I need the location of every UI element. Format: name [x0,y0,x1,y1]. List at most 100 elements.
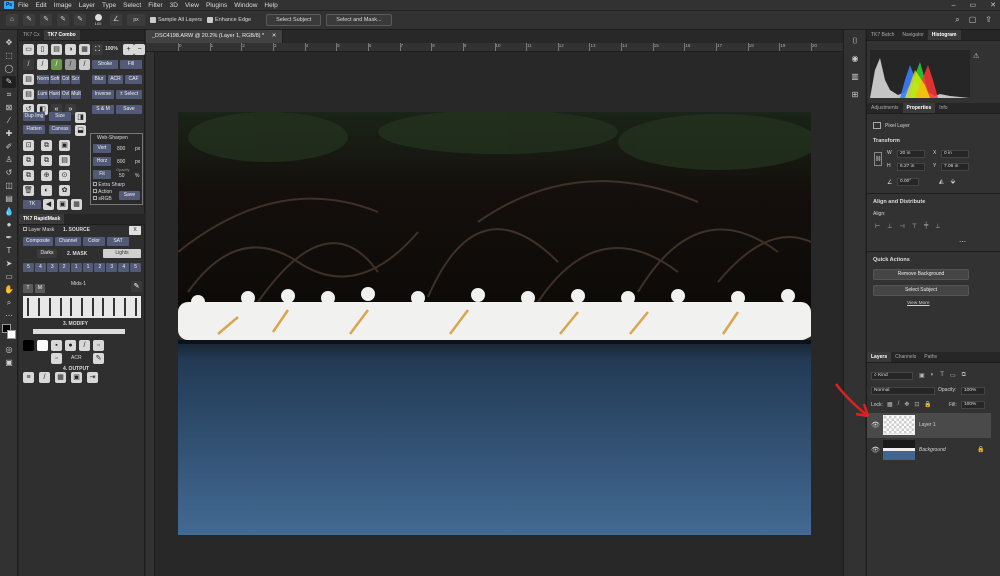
menu-view[interactable]: View [185,2,199,9]
tab-histogram[interactable]: Histogram [927,30,961,40]
slider-6[interactable] [80,298,83,316]
black-swatch[interactable] [23,340,34,351]
frame-tool-icon[interactable]: ⊠ [2,102,16,114]
marquee-tool-icon[interactable]: ⬚ [2,50,16,62]
mask-dark-1[interactable]: 1 [70,263,82,272]
minus-icon[interactable]: − [134,44,145,55]
slider-7[interactable] [91,298,94,316]
opacity-input[interactable]: 100% [961,387,985,395]
output-export-icon[interactable]: ⇥ [87,372,98,383]
dodge-tool-icon[interactable]: ● [2,219,16,231]
drop-icon[interactable]: ✎ [93,353,104,364]
align-middle-icon[interactable]: ╪ [924,223,928,230]
align-bottom-icon[interactable]: ⊥ [935,223,940,230]
brush-tool-icon[interactable]: ✐ [2,141,16,153]
tab-adjustments[interactable]: Adjustments [867,103,903,113]
flip-v-icon[interactable]: ⬓ [75,125,86,136]
workspace-icon[interactable]: ▢ [969,15,977,25]
mask-m-button[interactable]: M [35,284,45,293]
lights-button[interactable]: Lights [103,249,141,258]
filter-type-icon[interactable]: T [940,372,944,379]
fill-input[interactable]: 100% [961,401,985,409]
horz-button[interactable]: Horz [93,157,111,166]
tab-navigator[interactable]: Navigator [898,30,927,40]
blur-button[interactable]: Blur [92,75,106,84]
menu-3d[interactable]: 3D [170,2,178,9]
acr-mod-label[interactable]: ACR [71,355,82,361]
expand-icon[interactable]: ▫ [93,340,104,351]
add-selection-icon[interactable]: ✎ [57,14,69,26]
output-grid-icon[interactable]: ▦ [55,372,66,383]
filter-pixel-icon[interactable]: ▣ [919,372,925,379]
back-icon[interactable]: ◀ [43,199,54,210]
lasso-tool-icon[interactable]: ◯ [2,63,16,75]
new-doc-icon[interactable]: ▯ [37,44,48,55]
enhance-edge-checkbox[interactable]: Enhance Edge [207,17,251,23]
dup-img-button[interactable]: Dup Img [23,112,45,121]
tab-info[interactable]: Info [935,103,951,113]
open-folder-icon[interactable]: ▭ [23,44,34,55]
tk7-icon[interactable]: ⌷ [847,34,863,48]
close-tab-icon[interactable]: ✕ [272,33,277,39]
menu-filter[interactable]: Filter [148,2,162,9]
mask-light-1[interactable]: 1 [82,263,94,272]
close-icon[interactable]: ✕ [990,1,996,9]
histogram-icon[interactable]: ▥ [847,70,863,84]
menu-window[interactable]: Window [234,2,257,9]
circle-icon[interactable]: ● [65,340,76,351]
lock-position-icon[interactable]: ✥ [904,401,909,408]
align-center-icon[interactable]: ⊥ [887,223,892,230]
channel-button[interactable]: Channel [55,237,81,246]
canvas-button[interactable]: Canvas [49,125,71,134]
menu-help[interactable]: Help [264,2,277,9]
mask-dark-5[interactable]: 5 [23,263,34,272]
ovl-button[interactable]: Ovl [61,90,70,99]
filter-shape-icon[interactable]: ▭ [950,372,956,379]
mask-sliders[interactable] [23,296,141,318]
view-more-link[interactable]: View More [907,301,930,306]
photo-icon[interactable]: ▦ [71,199,82,210]
link-icon[interactable]: ⊕ [41,170,52,181]
more-align-icon[interactable]: ⋯ [959,238,966,246]
fit-button[interactable]: Fit [93,170,111,179]
layer-row[interactable]: 👁 Layer 1 [867,413,991,438]
brush-mode-field[interactable]: px [127,14,145,26]
hand-tool-icon[interactable]: ✋ [2,284,16,296]
slider-1[interactable] [27,298,30,316]
select-subject-button[interactable]: Select Subject [873,285,969,296]
quick-selection-tool-icon[interactable]: ✎ [2,76,16,88]
layer-row[interactable]: 👁 Background 🔒 [867,438,991,463]
slider-2[interactable] [38,298,41,316]
navigator-icon[interactable]: ◉ [847,52,863,66]
slider-11[interactable] [134,298,137,316]
pin-icon[interactable]: ⊙ [59,170,70,181]
type-tool-icon[interactable]: T [2,245,16,257]
filter-adjust-icon[interactable]: ◐ [931,372,935,379]
share-icon[interactable]: ⇪ [985,15,992,25]
modify-slider[interactable] [33,329,125,334]
slider-4[interactable] [59,298,62,316]
contract-icon[interactable]: ▫ [51,353,62,364]
y-input[interactable]: 7.06 in [941,163,969,171]
slider-5[interactable] [70,298,73,316]
subtract-selection-icon[interactable]: ✎ [74,14,86,26]
layer2-icon[interactable]: ▤ [23,89,34,100]
shape-tool-icon[interactable]: ▭ [2,271,16,283]
mask-dark-2[interactable]: 2 [58,263,70,272]
document-tab[interactable]: _DSC4198.ARW @ 20.2% (Layer 1, RGB/8) * … [146,30,284,43]
mask-light-5[interactable]: 5 [130,263,142,272]
align-right-icon[interactable]: ⊣ [899,223,904,230]
width-input[interactable]: 20 in [897,150,925,158]
blur-tool-icon[interactable]: 💧 [2,206,16,218]
trash-icon[interactable]: 🗑 [23,185,34,196]
crop-tool-icon[interactable]: ⌗ [2,89,16,101]
tab-channels[interactable]: Channels [891,352,920,362]
new-selection-icon[interactable]: ✎ [40,14,52,26]
gradient-tool-icon[interactable]: ▤ [2,193,16,205]
slider-3[interactable] [48,298,51,316]
brush-gray-icon[interactable]: / [65,59,76,70]
flatten-button[interactable]: Flatten [23,125,45,134]
flip-vertical-icon[interactable]: ⬙ [951,178,956,185]
color-swatches[interactable] [2,324,16,342]
eye-icon[interactable]: 👁 [871,446,880,454]
